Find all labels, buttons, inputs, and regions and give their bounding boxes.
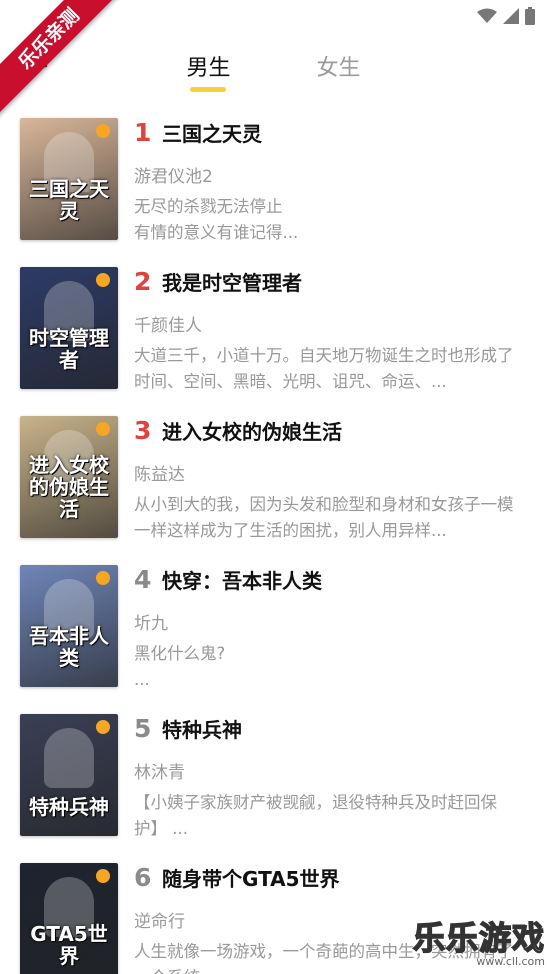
book-cover[interactable]: 进入女校的伪娘生活 — [20, 416, 118, 538]
tab-male[interactable]: 男生 — [186, 44, 231, 100]
book-info: 2 我是时空管理者 千颜佳人 大道三千，小道十万。自天地万物诞生之时也形成了时间… — [134, 267, 525, 395]
book-description: 从小到大的我，因为头发和脸型和身材和女孩子一模一样这样成为了生活的困扰，别人用异… — [134, 495, 514, 540]
book-cover[interactable]: GTA5世界 — [20, 863, 118, 974]
cover-title: 时空管理者 — [29, 326, 109, 372]
book-list: 三国之天灵 1 三国之天灵 游君仪池2 无尽的杀戮无法停止 有情的意义有谁记得.… — [0, 118, 547, 974]
cover-title: GTA5世界 — [30, 922, 108, 968]
battery-icon — [525, 7, 535, 25]
book-info: 3 进入女校的伪娘生活 陈益达 从小到大的我，因为头发和脸型和身材和女孩子一模一… — [134, 416, 525, 544]
book-rank: 5 — [134, 714, 152, 743]
tab-female[interactable]: 女生 — [317, 44, 361, 100]
cover-title: 三国之天灵 — [29, 177, 109, 223]
book-cover[interactable]: 吾本非人类 — [20, 565, 118, 687]
book-list-item[interactable]: 时空管理者 2 我是时空管理者 千颜佳人 大道三千，小道十万。自天地万物诞生之时… — [0, 267, 547, 416]
book-title[interactable]: 三国之天灵 — [162, 118, 262, 147]
book-list-item[interactable]: 进入女校的伪娘生活 3 进入女校的伪娘生活 陈益达 从小到大的我，因为头发和脸型… — [0, 416, 547, 565]
book-title-row: 4 快穿：吾本非人类 — [134, 565, 525, 597]
book-cover[interactable]: 时空管理者 — [20, 267, 118, 389]
book-author: 游君仪池2 — [134, 167, 213, 187]
tab-male-label: 男生 — [186, 56, 231, 81]
wifi-icon — [477, 8, 497, 23]
book-description: 大道三千，小道十万。自天地万物诞生之时也形成了时间、空间、黑暗、光明、诅咒、命运… — [134, 346, 514, 391]
book-title[interactable]: 随身带个GTA5世界 — [162, 863, 340, 892]
book-list-item[interactable]: 特种兵神 5 特种兵神 林沐青 【小姨子家族财产被觊觎，退役特种兵及时赶回保护】… — [0, 714, 547, 863]
book-info: 5 特种兵神 林沐青 【小姨子家族财产被觊觎，退役特种兵及时赶回保护】 ... — [134, 714, 525, 842]
book-rank: 4 — [134, 565, 152, 594]
tab-female-label: 女生 — [316, 56, 361, 81]
watermark-logo: 乐乐游戏 www.cll.com — [412, 913, 545, 968]
book-title[interactable]: 我是时空管理者 — [162, 267, 302, 296]
signal-icon — [503, 8, 519, 24]
book-list-item[interactable]: 吾本非人类 4 快穿：吾本非人类 圻九 黑化什么鬼? ... — [0, 565, 547, 714]
book-info: 4 快穿：吾本非人类 圻九 黑化什么鬼? ... — [134, 565, 525, 693]
book-title-row: 1 三国之天灵 — [134, 118, 525, 150]
book-title[interactable]: 进入女校的伪娘生活 — [162, 416, 342, 445]
watermark-text: 乐乐游戏 — [412, 918, 545, 958]
book-title-row: 3 进入女校的伪娘生活 — [134, 416, 525, 448]
book-author: 林沐青 — [134, 763, 185, 783]
book-description: 黑化什么鬼? ... — [134, 644, 226, 689]
publisher-badge-icon — [96, 869, 110, 883]
book-title[interactable]: 特种兵神 — [162, 714, 242, 743]
book-author: 圻九 — [134, 614, 168, 634]
book-description: 无尽的杀戮无法停止 有情的意义有谁记得... — [134, 197, 299, 242]
book-rank: 3 — [134, 416, 152, 445]
publisher-badge-icon — [96, 422, 110, 436]
cover-title: 特种兵神 — [29, 795, 109, 819]
book-title-row: 2 我是时空管理者 — [134, 267, 525, 299]
book-cover[interactable]: 特种兵神 — [20, 714, 118, 836]
book-rank: 6 — [134, 863, 152, 892]
book-title-row: 6 随身带个GTA5世界 — [134, 863, 525, 895]
book-list-item[interactable]: 三国之天灵 1 三国之天灵 游君仪池2 无尽的杀戮无法停止 有情的意义有谁记得.… — [0, 118, 547, 267]
cover-title: 进入女校的伪娘生活 — [29, 453, 109, 521]
book-rank: 2 — [134, 267, 152, 296]
book-description: 【小姨子家族财产被觊觎，退役特种兵及时赶回保护】 ... — [134, 793, 497, 838]
book-title-row: 5 特种兵神 — [134, 714, 525, 746]
book-info: 1 三国之天灵 游君仪池2 无尽的杀戮无法停止 有情的意义有谁记得... — [134, 118, 525, 246]
ribbon-label: 乐乐亲测 — [0, 0, 129, 119]
corner-ribbon: 乐乐亲测 — [0, 0, 140, 140]
publisher-badge-icon — [96, 571, 110, 585]
publisher-badge-icon — [96, 720, 110, 734]
book-title[interactable]: 快穿：吾本非人类 — [162, 565, 322, 594]
tab-active-underline — [190, 87, 227, 92]
cover-figure — [44, 728, 94, 788]
book-author: 陈益达 — [134, 465, 185, 485]
status-icons — [477, 7, 535, 25]
book-author: 千颜佳人 — [134, 316, 202, 336]
cover-title: 吾本非人类 — [29, 624, 109, 670]
publisher-badge-icon — [96, 273, 110, 287]
